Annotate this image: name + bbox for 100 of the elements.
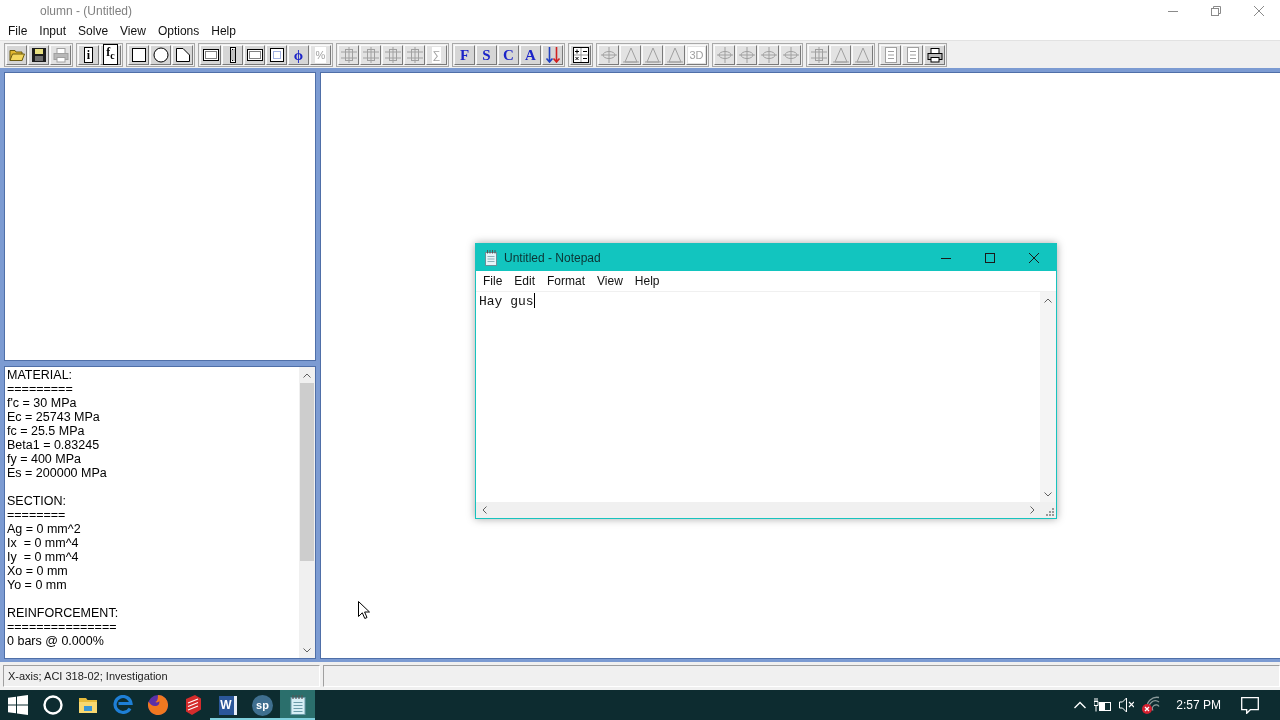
triangle-diagram-icon (854, 46, 871, 63)
scroll-up-icon[interactable] (303, 372, 311, 378)
speaker-muted-icon[interactable] (1119, 697, 1135, 713)
scroll-thumb[interactable] (300, 383, 314, 561)
dotted-rectangle-icon (202, 46, 219, 63)
chevron-up-icon[interactable] (1074, 701, 1087, 709)
toolbar-button[interactable]: C (498, 44, 519, 65)
section-heading: MATERIAL: (7, 368, 74, 382)
section-rule: =============== (7, 620, 118, 634)
result-line: Es = 200000 MPa (7, 466, 108, 480)
dotted-square-icon (268, 46, 285, 63)
taskbar-button[interactable]: W (210, 690, 245, 720)
toolbar-button[interactable]: F (454, 44, 475, 65)
menu-item[interactable]: Edit (508, 273, 542, 289)
grid-icon (362, 46, 379, 63)
toolbar-button[interactable] (172, 44, 193, 65)
menu-item[interactable]: View (114, 23, 152, 39)
result-line: Beta1 = 0.83245 (7, 438, 101, 452)
vertical-scrollbar[interactable] (299, 367, 315, 658)
toolbar-button[interactable] (200, 44, 221, 65)
menu-item[interactable]: Help (628, 273, 666, 289)
text-area[interactable]: Hay gus (476, 292, 1040, 502)
toolbar-button[interactable]: i (78, 44, 99, 65)
menu-item[interactable]: Options (151, 23, 206, 39)
result-line: fc = 25.5 MPa (7, 424, 86, 438)
result-line: Iy = 0 mm^4 (7, 550, 80, 564)
globe-icon (147, 695, 168, 715)
axes-icon (600, 46, 617, 63)
browser-icon (112, 695, 133, 715)
section-heading: SECTION: (7, 494, 68, 508)
axes-icon (760, 46, 777, 63)
toolbar-button[interactable]: ϕ (288, 44, 309, 65)
toolbar-button[interactable] (28, 44, 49, 65)
document-icon (904, 46, 921, 63)
result-line: Ec = 25743 MPa (7, 410, 101, 424)
scroll-up-icon[interactable] (1044, 297, 1052, 303)
result-line: f'c = 30 MPa (7, 396, 78, 410)
window-title: olumn - (Untitled) (40, 4, 134, 18)
result-line: fy = 400 MPa (7, 452, 82, 466)
scroll-down-icon[interactable] (1044, 491, 1052, 497)
toolbar-button[interactable]: S (476, 44, 497, 65)
grid-icon (384, 46, 401, 63)
menu-item[interactable]: Input (33, 23, 73, 39)
triangle-diagram-icon (832, 46, 849, 63)
resize-grip-icon[interactable] (1046, 508, 1054, 516)
folder-icon (77, 695, 98, 715)
wifi-error-icon[interactable] (1142, 696, 1161, 714)
status-text: X-axis; ACI 318-02; Investigation (3, 665, 320, 687)
mouse-pointer-icon (358, 601, 370, 619)
close-icon (1029, 252, 1039, 263)
scroll-down-icon[interactable] (303, 647, 311, 653)
grid-icon (810, 46, 827, 63)
toolbar-button[interactable] (266, 44, 287, 65)
polygon-icon (174, 46, 191, 63)
axes-icon (738, 46, 755, 63)
grid-icon (406, 46, 423, 63)
toolbar-button[interactable] (542, 44, 563, 65)
document-icon (882, 46, 899, 63)
horizontal-scrollbar[interactable] (476, 502, 1040, 518)
result-line: Ix = 0 mm^4 (7, 536, 80, 550)
notepad-icon (484, 249, 498, 266)
taskbar-button[interactable]: sp (245, 690, 280, 720)
dotted-rectangle-icon (246, 46, 263, 63)
battery-plug-icon[interactable] (1094, 698, 1112, 712)
scroll-right-icon[interactable] (1029, 506, 1035, 514)
toolbar-button[interactable] (6, 44, 27, 65)
restore-icon (1210, 6, 1221, 16)
result-line: Yo = 0 mm (7, 578, 68, 592)
triangle-diagram-icon (666, 46, 683, 63)
toolbar-button[interactable] (128, 44, 149, 65)
maximize-icon (985, 252, 995, 263)
toolbar-button[interactable] (150, 44, 171, 65)
menu-item[interactable]: Help (205, 23, 242, 39)
square-icon (130, 46, 147, 63)
sort-arrows-icon (544, 46, 561, 63)
start-icon (7, 695, 28, 715)
toolbar-button[interactable] (924, 44, 945, 65)
notification-icon[interactable] (1241, 696, 1259, 714)
axes-icon (782, 46, 799, 63)
menu-item[interactable]: File (477, 273, 509, 289)
menu-item[interactable]: Solve (72, 23, 115, 39)
toolbar-button[interactable] (222, 44, 243, 65)
clock[interactable]: 2:57 PM (1164, 690, 1229, 720)
result-line: Xo = 0 mm (7, 564, 69, 578)
section-heading: REINFORCEMENT: (7, 606, 120, 620)
vertical-scrollbar[interactable] (1040, 292, 1056, 502)
notepad-icon (287, 695, 308, 715)
axes-icon (716, 46, 733, 63)
menu-item[interactable]: Format (541, 273, 592, 289)
close-icon (1253, 6, 1264, 16)
menu-item[interactable]: File (2, 23, 34, 39)
toolbar-button[interactable]: A (520, 44, 541, 65)
result-line: Ag = 0 mm^2 (7, 522, 82, 536)
toolbar-button[interactable] (244, 44, 265, 65)
section-rule: ========= (7, 382, 74, 396)
triangle-diagram-icon (622, 46, 639, 63)
toolbar-button[interactable]: f$_{c}$ (100, 44, 121, 65)
section-rule: ======== (7, 508, 67, 522)
scroll-left-icon[interactable] (481, 506, 487, 514)
menu-item[interactable]: View (591, 273, 629, 289)
